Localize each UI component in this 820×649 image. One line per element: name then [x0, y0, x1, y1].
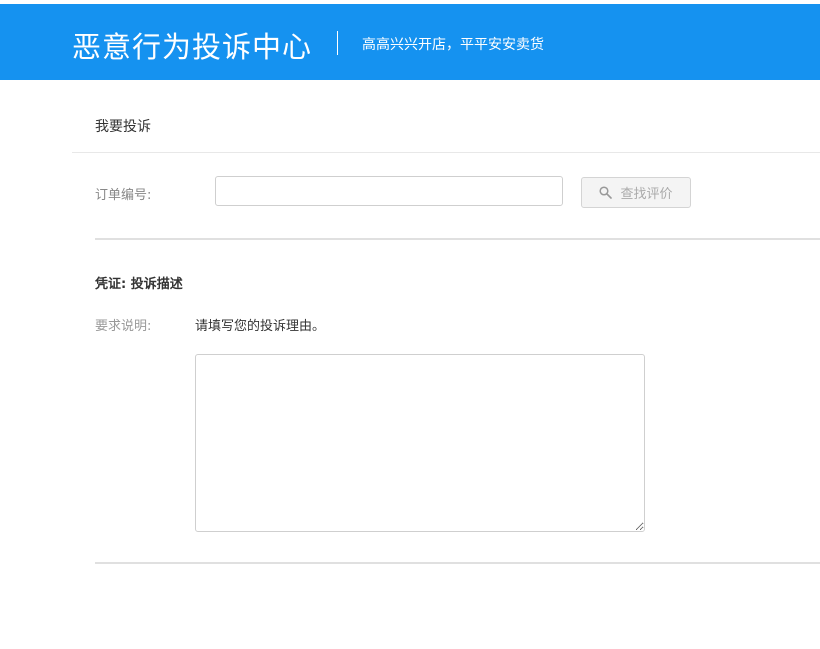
search-icon	[599, 186, 613, 199]
site-title: 恶意行为投诉中心	[72, 30, 313, 64]
requirement-text: 请填写您的投诉理由。	[195, 319, 326, 334]
divider	[95, 238, 820, 240]
site-slogan: 高高兴兴开店，平平安安卖货	[362, 37, 544, 53]
requirement-label: 要求说明:	[95, 319, 152, 334]
find-review-label: 查找评价	[620, 187, 673, 202]
evidence-title: 凭证: 投诉描述	[95, 277, 183, 292]
header-divider	[337, 31, 338, 55]
find-review-button[interactable]: 查找评价	[581, 177, 691, 208]
divider	[95, 562, 820, 564]
order-number-label: 订单编号:	[95, 188, 152, 203]
section-title: 我要投诉	[95, 119, 151, 135]
divider	[72, 152, 820, 153]
page-header: 恶意行为投诉中心 高高兴兴开店，平平安安卖货	[0, 4, 820, 80]
order-number-input[interactable]	[215, 176, 563, 206]
complaint-description-textarea[interactable]	[195, 354, 645, 532]
